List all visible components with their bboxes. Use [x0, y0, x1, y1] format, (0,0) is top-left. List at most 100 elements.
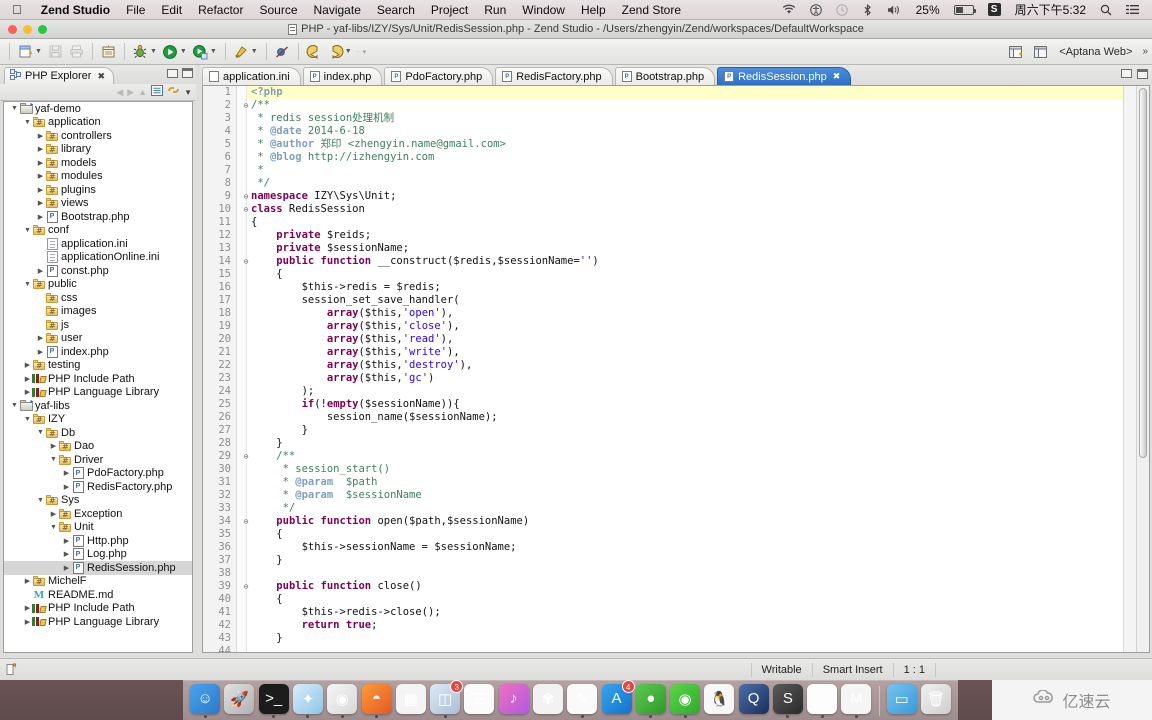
tree-twisty-closed[interactable]: ▶ [23, 375, 32, 383]
tree-twisty-closed[interactable]: ▶ [36, 267, 45, 275]
code-line[interactable]: array($this,'write'), [247, 346, 1123, 359]
code-editor[interactable]: 1 2 ⊖ 3 4 5 6 7 8 9 ⊖ 10 ⊖ 11 12 13 14 ⊖ 15 16 17 18 19 20 21 22 2… [202, 85, 1150, 653]
zoom-button[interactable] [38, 25, 47, 34]
debug-dropdown-arrow[interactable]: ▼ [150, 48, 157, 55]
menu-item-refactor[interactable]: Refactor [190, 3, 251, 17]
code-line[interactable]: * @param $path [247, 476, 1123, 489]
menu-item-navigate[interactable]: Navigate [306, 3, 369, 17]
code-line[interactable]: * @blog http://izhengyin.com [247, 151, 1123, 164]
tree-item-yaf-libs[interactable]: ▼ ▸ yaf-libs [4, 399, 192, 413]
volume-icon[interactable] [880, 4, 909, 16]
tree-twisty-closed[interactable]: ▶ [36, 186, 45, 194]
menu-item-zend-studio[interactable]: Zend Studio [33, 3, 118, 17]
firefox-icon[interactable]: ◓ [361, 683, 392, 714]
code-line[interactable]: } [247, 632, 1123, 645]
tree-twisty-open[interactable]: ▼ [23, 281, 32, 288]
time-machine-icon[interactable] [829, 3, 855, 16]
tree-twisty-closed[interactable]: ▶ [36, 334, 45, 342]
sublime-text-icon[interactable]: S [772, 683, 803, 714]
tree-twisty-open[interactable]: ▼ [36, 497, 45, 504]
toolbar-overflow-arrow2[interactable]: ▾ [363, 48, 367, 56]
save-icon[interactable] [46, 42, 65, 61]
code-line[interactable]: */ [247, 502, 1123, 515]
tree-twisty-open[interactable]: ▼ [36, 429, 45, 436]
code-line[interactable]: { [247, 216, 1123, 229]
dock-item-launchpad[interactable]: 🚀 [223, 682, 255, 720]
vertical-scrollbar[interactable] [1136, 86, 1149, 652]
editor-tab-redissession-php[interactable]: P RedisSession.php ✖ [717, 67, 852, 85]
code-line[interactable]: private $reids; [247, 229, 1123, 242]
tree-twisty-closed[interactable]: ▶ [36, 348, 45, 356]
code-line[interactable]: } [247, 554, 1123, 567]
code-line[interactable]: array($this,'close'), [247, 320, 1123, 333]
tree-item-images[interactable]: images [4, 305, 192, 319]
dock-item-terminal[interactable]: >_ [258, 682, 290, 720]
quicktime-icon[interactable]: Q [738, 683, 769, 714]
tree-twisty-closed[interactable]: ▶ [36, 145, 45, 153]
menu-item-file[interactable]: File [118, 3, 153, 17]
tree-item-plugins[interactable]: ▶ plugins [4, 183, 192, 197]
tree-item-application-ini[interactable]: application.ini [4, 237, 192, 251]
code-line[interactable]: session_name($sessionName); [247, 411, 1123, 424]
tree-item-driver[interactable]: ▼ Driver [4, 453, 192, 467]
code-line[interactable]: * @date 2014-6-18 [247, 125, 1123, 138]
tree-item-yaf-demo[interactable]: ▼ ▸ yaf-demo [4, 102, 192, 116]
pages-icon[interactable]: ✎ [567, 683, 598, 714]
dock-item-app-store[interactable]: A4 [600, 679, 635, 720]
open-perspective-icon[interactable] [1006, 42, 1025, 61]
dock-item-safari[interactable]: ✦ [292, 682, 324, 720]
tree-item-index-php[interactable]: ▶ Pindex.php [4, 345, 192, 359]
dock-item-calculator[interactable]: ▦ [395, 682, 427, 720]
dock-item-chrome[interactable]: ◉ [326, 682, 358, 720]
debug-bug-icon[interactable] [131, 42, 150, 61]
tree-item-conf[interactable]: ▼ conf [4, 224, 192, 238]
run-dropdown-arrow[interactable]: ▼ [180, 48, 187, 55]
tree-item-php-language-library[interactable]: ▶ PHP Language Library [4, 615, 192, 629]
finder-icon[interactable]: ☺ [190, 683, 221, 714]
maximize-icon[interactable] [182, 68, 193, 78]
menu-item-source[interactable]: Source [251, 3, 305, 17]
editor-tab-application-ini[interactable]: application.ini [202, 67, 301, 85]
tree-twisty-closed[interactable]: ▶ [36, 213, 45, 221]
code-line[interactable]: ); [247, 385, 1123, 398]
tree-item-http-php[interactable]: ▶ P Http.php [4, 534, 192, 548]
dock-item-pages[interactable]: ✎ [566, 682, 598, 720]
tree-twisty-open[interactable]: ▼ [23, 227, 32, 234]
dock-item-photos[interactable]: ✾ [532, 682, 564, 720]
code-line[interactable]: { [247, 528, 1123, 541]
code-line[interactable]: <?php [247, 86, 1123, 99]
menu-item-zend-store[interactable]: Zend Store [614, 3, 689, 17]
tree-twisty-closed[interactable]: ▶ [23, 618, 32, 626]
tree-item-public[interactable]: ▼ public [4, 278, 192, 292]
calculator-icon[interactable]: ▦ [395, 683, 426, 714]
code-line[interactable] [247, 567, 1123, 580]
code-line[interactable] [247, 645, 1123, 652]
editor-tab-bootstrap-php[interactable]: P Bootstrap.php [614, 67, 716, 85]
code-line[interactable]: array($this,'destroy'), [247, 359, 1123, 372]
launchpad-icon[interactable]: 🚀 [224, 683, 255, 714]
tree-item-izy[interactable]: ▼ IZY [4, 413, 192, 427]
dock-item-wechat[interactable]: ◉ [669, 682, 701, 720]
dock-item-itunes[interactable]: ♪ [498, 682, 530, 720]
project-tree[interactable]: ▼▸yaf-demo▼application▶controllers▶libra… [3, 101, 193, 653]
window-title-bar[interactable]: PHP - yaf-libs/IZY/Sys/Unit/RedisSession… [0, 20, 1152, 39]
forward-dropdown-arrow[interactable]: ▼ [345, 48, 352, 55]
tree-twisty-closed[interactable]: ▶ [49, 510, 58, 518]
notification-center-icon[interactable] [1119, 4, 1146, 15]
dock-item-trash[interactable]: 🗑 [920, 682, 952, 720]
code-line[interactable]: $this->sessionName = $sessionName; [247, 541, 1123, 554]
chevron-double-right-icon[interactable]: » [1142, 46, 1148, 57]
tree-item-views[interactable]: ▶ views [4, 197, 192, 211]
back-icon[interactable]: ◀ [116, 87, 123, 98]
menu-item-run[interactable]: Run [476, 3, 514, 17]
dock-item-finder[interactable]: ☺ [189, 682, 221, 720]
tab-php-explorer[interactable]: PHP Explorer ✖ [4, 67, 114, 84]
bluetooth-icon[interactable] [855, 3, 880, 16]
new-file-dropdown-arrow[interactable]: ▼ [35, 48, 42, 55]
tree-twisty-closed[interactable]: ▶ [36, 172, 45, 180]
menu-item-edit[interactable]: Edit [153, 3, 190, 17]
minimize-icon[interactable] [167, 68, 178, 78]
tree-item-db[interactable]: ▼ Db [4, 426, 192, 440]
tree-twisty-open[interactable]: ▼ [23, 416, 32, 423]
dock-item-downloads-folder[interactable]: ▭ [886, 682, 918, 720]
